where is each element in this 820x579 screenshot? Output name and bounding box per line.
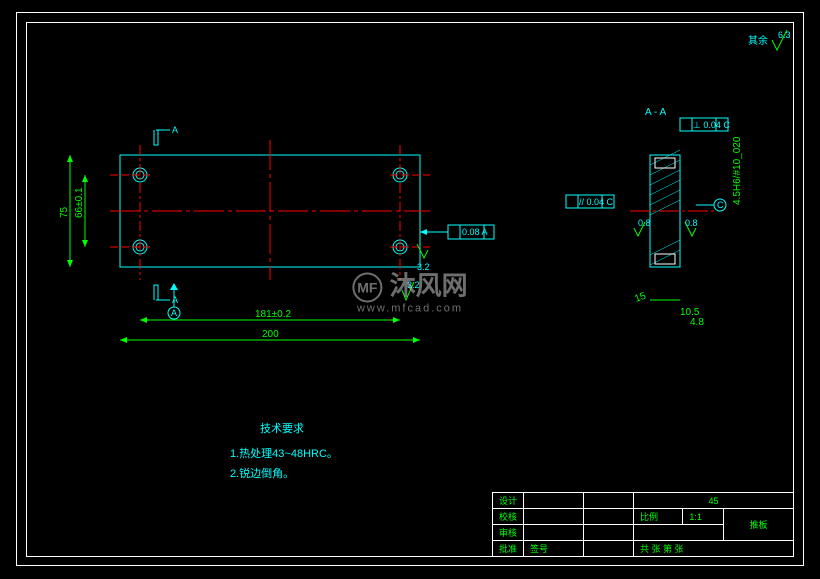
- roughness-icon-2: [417, 244, 428, 258]
- roughness-global-value: 6.3: [778, 30, 791, 40]
- title-block: 设计 45 校核 比例 1:1 推板 审核 批准 签号 共 张 第 张: [492, 492, 794, 557]
- tb-part-name: 推板: [724, 509, 794, 541]
- section-title: A - A: [645, 107, 666, 118]
- perp-tol-value: ⊥ 0.04 C: [693, 120, 730, 130]
- tb-sign-label: 签号: [524, 541, 584, 557]
- section-arrow-top: [154, 130, 158, 145]
- tb-review-label: 审核: [492, 525, 523, 541]
- datum-a-label: A: [171, 308, 177, 318]
- section-arrow-bottom: [154, 285, 158, 300]
- dim-181: 181±0.2: [255, 309, 292, 320]
- dim-diag: 4.5H6/#10_020: [732, 136, 743, 205]
- tb-scale-value: 1:1: [683, 509, 724, 525]
- dim-75: 75: [59, 206, 70, 218]
- svg-text:0.8: 0.8: [685, 218, 698, 228]
- dim-48: 4.8: [690, 317, 704, 328]
- dim-66: 66±0.1: [74, 187, 85, 218]
- symbol-other-label: 其余: [748, 34, 768, 47]
- tech-req-1: 1.热处理43~48HRC。: [230, 445, 338, 461]
- datum-c-label: C: [717, 200, 724, 210]
- tb-check-label: 校核: [492, 509, 523, 525]
- svg-text:0.8: 0.8: [638, 218, 651, 228]
- roughness-32: 3.2: [407, 280, 420, 290]
- tb-scale-label: 比例: [634, 509, 683, 525]
- dim-15: 15: [633, 291, 648, 305]
- dim-200: 200: [262, 329, 279, 340]
- tb-material: 45: [634, 493, 794, 509]
- section-marker-top: A: [172, 125, 178, 135]
- svg-text:3.2: 3.2: [417, 262, 430, 272]
- tb-approve-label: 批准: [492, 541, 523, 557]
- flatness-tol-value: 0.08 A: [462, 227, 488, 237]
- datum-triangle-icon: [170, 283, 178, 290]
- tech-req-2: 2.锐边倒角。: [230, 465, 294, 481]
- tb-sheet: 共 张 第 张: [634, 541, 794, 557]
- par-tol-value: // 0.04 C: [579, 197, 614, 207]
- section-marker-bottom: A: [172, 295, 178, 305]
- tb-design-label: 设计: [492, 493, 523, 509]
- tech-req-title: 技术要求: [260, 420, 304, 436]
